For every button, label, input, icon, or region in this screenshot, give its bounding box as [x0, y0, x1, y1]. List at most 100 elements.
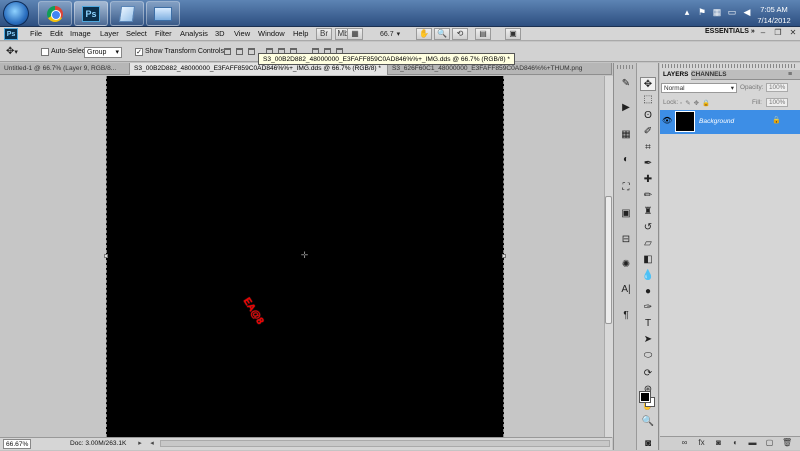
- menu-analysis[interactable]: Analysis: [180, 29, 208, 38]
- menu-help[interactable]: Help: [293, 29, 308, 38]
- history-brush-tool-icon[interactable]: ↺: [640, 221, 656, 235]
- align-vertical-center-icon[interactable]: [236, 48, 243, 55]
- flag-icon[interactable]: ⚑: [697, 7, 707, 17]
- zoom-tool-icon[interactable]: 🔍: [640, 415, 656, 429]
- menu-edit[interactable]: Edit: [50, 29, 63, 38]
- menu-file[interactable]: File: [30, 29, 42, 38]
- status-zoom-field[interactable]: 66.67%: [3, 439, 31, 449]
- document-info[interactable]: Doc: 3.00M/263.1K: [70, 440, 126, 447]
- transform-handle-right[interactable]: [502, 254, 506, 258]
- pen-tool-icon[interactable]: ✑: [640, 301, 656, 315]
- layers-panel-grip[interactable]: [662, 64, 796, 68]
- path-selection-tool-icon[interactable]: ➤: [640, 333, 656, 347]
- start-button[interactable]: [3, 1, 29, 26]
- hand-tool-button[interactable]: ✋: [416, 28, 432, 40]
- horizontal-scrollbar[interactable]: [160, 440, 610, 447]
- layer-name[interactable]: Background: [699, 118, 734, 125]
- eyedropper-tool-icon[interactable]: ✒: [640, 157, 656, 171]
- paragraph-panel-icon[interactable]: ¶: [618, 309, 634, 323]
- menu-layer[interactable]: Layer: [100, 29, 119, 38]
- opacity-field[interactable]: 100%: [766, 83, 788, 92]
- eye-icon[interactable]: 👁: [662, 117, 672, 125]
- healing-brush-tool-icon[interactable]: ✚: [640, 173, 656, 187]
- character-panel-icon[interactable]: A|: [618, 283, 634, 297]
- battery-icon[interactable]: ▭: [727, 7, 737, 17]
- network-icon[interactable]: ▦: [712, 7, 722, 17]
- crop-tool-icon[interactable]: ⌗: [640, 141, 656, 155]
- menu-view[interactable]: View: [234, 29, 250, 38]
- menu-filter[interactable]: Filter: [155, 29, 172, 38]
- auto-select-dropdown[interactable]: Group ▾: [84, 47, 122, 58]
- taskbar-photoshop[interactable]: Ps: [74, 1, 108, 26]
- new-layer-icon[interactable]: ▢: [765, 438, 774, 447]
- restore-button[interactable]: ❐: [771, 28, 785, 39]
- layer-style-icon[interactable]: fx: [697, 438, 706, 447]
- scroll-left-arrow-icon[interactable]: ◂: [148, 439, 156, 448]
- minimize-button[interactable]: –: [756, 28, 770, 39]
- tab-layers[interactable]: LAYERS: [660, 70, 692, 80]
- masks-panel-icon[interactable]: ⛶: [618, 181, 634, 195]
- type-tool-icon[interactable]: T: [640, 317, 656, 331]
- volume-icon[interactable]: ◀: [742, 7, 752, 17]
- transform-handle-left[interactable]: [104, 254, 108, 258]
- adjustment-layer-icon[interactable]: ◐: [731, 438, 740, 447]
- lasso-tool-icon[interactable]: ʘ: [640, 109, 656, 123]
- navigator-panel-icon[interactable]: ▣: [618, 207, 634, 221]
- screen-mode-button[interactable]: ▣: [505, 28, 521, 40]
- history-panel-icon[interactable]: ✎: [618, 77, 634, 91]
- gradient-tool-icon[interactable]: ◧: [640, 253, 656, 267]
- trash-icon[interactable]: 🗑: [782, 438, 792, 447]
- menu-select[interactable]: Select: [126, 29, 147, 38]
- close-button[interactable]: ✕: [786, 28, 800, 39]
- 3d-rotate-tool-icon[interactable]: ⟳: [640, 367, 656, 381]
- blur-tool-icon[interactable]: 💧: [640, 269, 656, 283]
- clone-stamp-tool-icon[interactable]: ♜: [640, 205, 656, 219]
- transform-center-crosshair-icon[interactable]: ✛: [300, 251, 309, 260]
- taskbar-notepad[interactable]: [110, 1, 144, 26]
- new-group-icon[interactable]: ▬: [748, 438, 757, 447]
- tab-channels[interactable]: CHANNELS: [688, 70, 730, 80]
- auto-select-checkbox[interactable]: [41, 48, 49, 56]
- fill-field[interactable]: 100%: [766, 98, 788, 107]
- align-bottom-icon[interactable]: [248, 48, 255, 55]
- quick-mask-icon[interactable]: ◙: [640, 437, 656, 451]
- zoom-level-select[interactable]: 66.7 ▾: [380, 28, 400, 40]
- swatches-panel-icon[interactable]: ▦: [618, 128, 634, 142]
- zoom-tool-button[interactable]: 🔍: [434, 28, 450, 40]
- eraser-tool-icon[interactable]: ▱: [640, 237, 656, 251]
- status-menu-arrow-icon[interactable]: ▸: [136, 439, 144, 448]
- tool-preset-picker[interactable]: ✥▾: [6, 45, 30, 59]
- tab-untitled-1[interactable]: Untitled-1 @ 66.7% (Layer 9, RGB/8...: [0, 63, 130, 75]
- lock-options-icon[interactable]: ▫✎✥🔒: [680, 99, 713, 107]
- show-transform-checkbox[interactable]: ✓: [135, 48, 143, 56]
- show-hidden-icons-icon[interactable]: ▴: [682, 7, 692, 17]
- adjustments-panel-icon[interactable]: ◐: [618, 153, 634, 167]
- marquee-tool-icon[interactable]: ⬚: [640, 93, 656, 107]
- move-tool-icon[interactable]: ✥: [640, 77, 656, 91]
- taskbar-chrome[interactable]: [38, 1, 72, 26]
- arrange-documents-button[interactable]: ▤: [475, 28, 491, 40]
- panel-grip[interactable]: [617, 65, 633, 69]
- brush-tool-icon[interactable]: ✏: [640, 189, 656, 203]
- panel-menu-icon[interactable]: ≡: [788, 70, 792, 80]
- shape-tool-icon[interactable]: ⬭: [640, 349, 656, 363]
- paths-panel-icon[interactable]: ⊟: [618, 233, 634, 247]
- foreground-color-swatch[interactable]: [639, 391, 651, 403]
- view-extras-button[interactable]: ▦: [347, 28, 363, 40]
- brushes-panel-icon[interactable]: ✺: [618, 258, 634, 272]
- system-clock[interactable]: 7:05 AM 7/14/2012: [754, 2, 794, 26]
- dodge-tool-icon[interactable]: ●: [640, 285, 656, 299]
- align-top-icon[interactable]: [224, 48, 231, 55]
- actions-panel-icon[interactable]: ▶: [618, 101, 634, 115]
- taskbar-control-panel[interactable]: [146, 1, 180, 26]
- quick-selection-tool-icon[interactable]: ✐: [640, 125, 656, 139]
- rotate-view-button[interactable]: ⟲: [452, 28, 468, 40]
- layer-thumbnail[interactable]: [675, 111, 695, 132]
- menu-image[interactable]: Image: [70, 29, 91, 38]
- launch-bridge-button[interactable]: Br: [316, 28, 332, 40]
- workspace-switcher[interactable]: ESSENTIALS »: [705, 28, 755, 35]
- add-mask-icon[interactable]: ◙: [714, 438, 723, 447]
- blend-mode-select[interactable]: Normal ▾: [661, 83, 737, 93]
- menu-window[interactable]: Window: [258, 29, 285, 38]
- link-layers-icon[interactable]: ∞: [680, 438, 689, 447]
